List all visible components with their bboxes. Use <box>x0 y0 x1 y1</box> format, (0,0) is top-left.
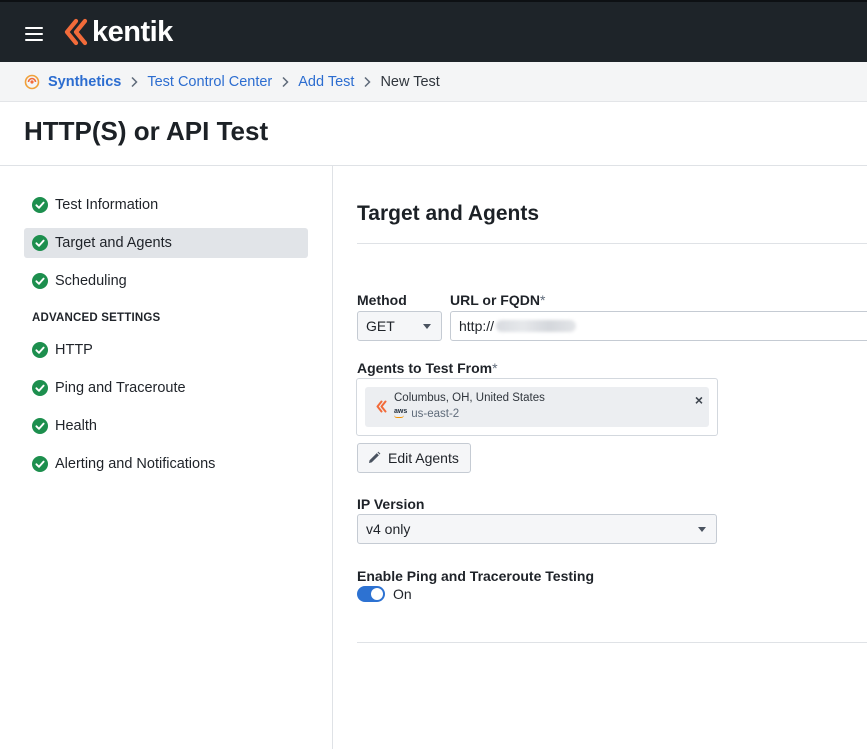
synthetics-icon <box>24 74 40 89</box>
edit-agents-button[interactable]: Edit Agents <box>357 443 471 473</box>
ping-traceroute-label: Enable Ping and Traceroute Testing <box>357 568 595 584</box>
ping-traceroute-toggle[interactable] <box>357 586 385 602</box>
sidebar-item-label: Scheduling <box>55 273 127 289</box>
check-circle-icon <box>32 197 48 213</box>
method-value: GET <box>366 318 395 334</box>
section-title: Target and Agents <box>357 202 540 225</box>
caret-down-icon <box>423 324 431 329</box>
kentik-logo-mark-icon <box>64 18 88 46</box>
kentik-agent-icon <box>376 400 387 413</box>
check-circle-icon <box>32 342 48 358</box>
divider <box>357 243 867 244</box>
sidebar-item-alerting-and-notifications[interactable]: Alerting and Notifications <box>24 449 308 479</box>
check-circle-icon <box>32 273 48 289</box>
form-panel: Target and Agents Method URL or FQDN* GE… <box>333 166 867 749</box>
sidebar-item-health[interactable]: Health <box>24 411 308 441</box>
redacted-address <box>496 320 577 332</box>
brand-name: kentik <box>92 16 173 48</box>
breadcrumb-synthetics[interactable]: Synthetics <box>48 74 121 90</box>
toggle-knob <box>371 588 383 600</box>
check-circle-icon <box>32 235 48 251</box>
required-mark: * <box>539 292 546 308</box>
sidebar-item-label: Alerting and Notifications <box>55 456 216 472</box>
breadcrumb-test-control-center[interactable]: Test Control Center <box>147 74 272 90</box>
sidebar-item-http[interactable]: HTTP <box>24 335 308 365</box>
chevron-right-icon <box>359 74 375 90</box>
breadcrumb-add-test[interactable]: Add Test <box>298 74 354 90</box>
breadcrumb: Synthetics Test Control Center Add Test … <box>0 62 867 102</box>
page-title: HTTP(S) or API Test <box>24 116 269 146</box>
remove-agent-button[interactable]: × <box>695 392 703 408</box>
top-navbar: kentik <box>0 0 867 62</box>
agents-label: Agents to Test From* <box>357 360 498 376</box>
breadcrumb-current: New Test <box>380 73 440 90</box>
method-select[interactable]: GET <box>357 311 442 341</box>
caret-down-icon <box>698 527 706 532</box>
sidebar-item-label: Test Information <box>55 197 159 213</box>
divider <box>357 642 867 643</box>
sidebar-item-label: Target and Agents <box>55 235 172 251</box>
sidebar-item-label: Ping and Traceroute <box>55 380 186 396</box>
check-circle-icon <box>32 380 48 396</box>
advanced-settings-heading: ADVANCED SETTINGS <box>32 312 161 324</box>
sidebar-item-test-information[interactable]: Test Information <box>24 190 308 220</box>
url-value: http:// <box>459 318 495 334</box>
toggle-state-label: On <box>393 586 412 602</box>
menu-icon[interactable] <box>25 27 43 41</box>
required-mark: * <box>492 360 498 376</box>
ip-version-value: v4 only <box>366 521 411 537</box>
agent-name: Columbus, OH, United States <box>394 392 545 404</box>
agent-tag: Columbus, OH, United States aws us-east-… <box>365 387 709 427</box>
wizard-sidebar: Test Information Target and Agents Sched… <box>0 166 333 749</box>
ip-version-select[interactable]: v4 only <box>357 514 717 544</box>
agents-label-text: Agents to Test From <box>357 360 493 376</box>
sidebar-item-label: HTTP <box>55 342 93 358</box>
aws-icon: aws <box>394 408 407 418</box>
url-input[interactable]: http:// <box>450 311 867 341</box>
chevron-right-icon <box>126 74 142 90</box>
method-label: Method <box>357 292 407 308</box>
kentik-logo[interactable]: kentik <box>63 16 173 48</box>
sidebar-item-scheduling[interactable]: Scheduling <box>24 266 308 296</box>
sidebar-item-label: Health <box>55 418 97 434</box>
url-label-text: URL or FQDN <box>450 292 540 308</box>
edit-agents-label: Edit Agents <box>388 450 459 466</box>
pencil-icon <box>369 451 381 463</box>
chevron-right-icon <box>277 74 293 90</box>
agents-selection-box: Columbus, OH, United States aws us-east-… <box>356 378 718 436</box>
sidebar-item-target-and-agents[interactable]: Target and Agents <box>24 228 308 258</box>
check-circle-icon <box>32 456 48 472</box>
sidebar-item-ping-and-traceroute[interactable]: Ping and Traceroute <box>24 373 308 403</box>
agent-region-text: us-east-2 <box>411 408 460 420</box>
agent-region: aws us-east-2 <box>394 408 459 420</box>
url-label: URL or FQDN* <box>450 292 545 308</box>
ip-version-label: IP Version <box>357 496 425 512</box>
check-circle-icon <box>32 418 48 434</box>
